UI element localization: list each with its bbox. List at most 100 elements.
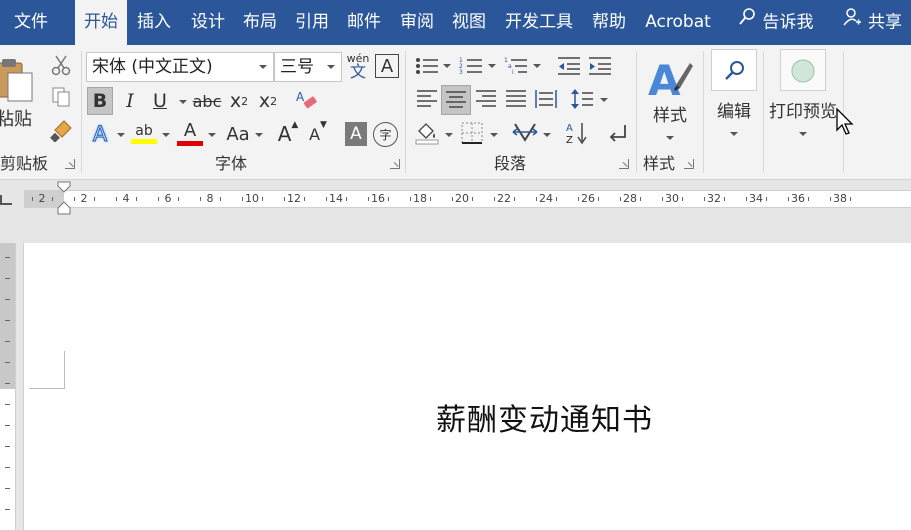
tab-selector[interactable] — [0, 195, 12, 205]
ruler-tick — [410, 197, 411, 201]
vertical-ruler[interactable] — [0, 243, 16, 530]
tab-file[interactable]: 文件 — [0, 0, 62, 45]
document-page[interactable]: 薪酬变动通知书 — [23, 243, 911, 530]
tab-references[interactable]: 引用 — [287, 0, 337, 45]
line-spacing-button[interactable] — [568, 85, 596, 113]
tab-layout[interactable]: 布局 — [236, 0, 284, 45]
align-right-button[interactable] — [472, 85, 500, 113]
justify-button[interactable] — [502, 85, 530, 113]
styles-dialog-launcher[interactable] — [684, 159, 694, 169]
distributed-button[interactable] — [532, 85, 560, 113]
ruler-number: 24 — [539, 192, 553, 205]
character-shading-button[interactable]: A — [345, 122, 367, 146]
phonetic-guide-button[interactable]: wén 文 — [344, 50, 372, 82]
horizontal-ruler[interactable]: 2 2 4 6 8 10 12 14 16 18 20 22 24 26 28 30 32 34 36 38 — [24, 190, 911, 208]
bullets-button[interactable] — [413, 53, 441, 79]
tab-mailings[interactable]: 邮件 — [339, 0, 389, 45]
change-case-button[interactable]: Aa — [220, 120, 256, 148]
ruler-number: 32 — [707, 192, 721, 205]
highlight-button[interactable]: ab — [128, 118, 160, 148]
increase-indent-button[interactable] — [586, 53, 614, 79]
cut-button[interactable] — [49, 53, 73, 77]
phonetic-bottom: 文 — [349, 61, 366, 81]
borders-dropdown-icon[interactable] — [490, 133, 498, 137]
decrease-indent-button[interactable] — [555, 53, 583, 79]
font-color-dropdown-icon[interactable] — [208, 133, 216, 137]
underline-button[interactable]: U — [147, 87, 173, 115]
borders-button[interactable] — [458, 119, 486, 147]
styles-gallery-button[interactable]: A 样式 — [642, 49, 698, 145]
bullets-dropdown-icon[interactable] — [443, 64, 451, 68]
format-painter-icon — [50, 120, 72, 142]
show-marks-button[interactable] — [604, 119, 632, 147]
ruler-number: 38 — [833, 192, 847, 205]
numbering-button[interactable]: 123 — [457, 53, 485, 79]
tab-review[interactable]: 审阅 — [392, 0, 442, 45]
chinese-layout-button[interactable] — [510, 119, 540, 147]
editing-button[interactable]: 编辑 — [708, 49, 760, 145]
subscript-button[interactable]: x2 — [226, 87, 252, 115]
tab-view[interactable]: 视图 — [444, 0, 494, 45]
font-name-combo[interactable]: 宋体 (中文正文) — [86, 52, 274, 82]
tab-design[interactable]: 设计 — [183, 0, 233, 45]
character-border-button[interactable]: A — [375, 54, 399, 78]
ruler-number: 2 — [38, 192, 46, 205]
indent-marker-icon[interactable] — [57, 181, 71, 215]
text-effects-button[interactable]: A — [87, 120, 113, 148]
tab-help[interactable]: 帮助 — [583, 0, 635, 45]
multilevel-list-button[interactable]: 1ai — [502, 53, 530, 79]
paragraph-dialog-launcher[interactable] — [619, 159, 629, 169]
italic-button[interactable]: I — [118, 87, 142, 115]
font-dialog-launcher[interactable] — [390, 159, 400, 169]
clear-formatting-button[interactable]: A — [293, 87, 321, 115]
ruler-number: 28 — [623, 192, 637, 205]
paste-button[interactable]: 粘贴 — [0, 49, 42, 137]
numbering-dropdown-icon[interactable] — [488, 64, 496, 68]
superscript-glyph: x — [258, 90, 271, 112]
highlight-dropdown-icon[interactable] — [162, 133, 170, 137]
superscript-button[interactable]: x2 — [255, 87, 281, 115]
enclose-characters-button[interactable]: 字 — [373, 122, 398, 147]
vertical-ruler-tick — [5, 467, 10, 468]
copy-button[interactable] — [49, 85, 73, 109]
tell-me-box[interactable]: 告诉我 — [730, 0, 820, 45]
circle-icon — [791, 59, 815, 83]
clipboard-dialog-launcher[interactable] — [65, 159, 75, 169]
underline-dropdown-icon[interactable] — [179, 100, 187, 104]
sort-button[interactable]: AZ — [563, 119, 591, 147]
format-painter-button[interactable] — [49, 117, 75, 143]
tab-acrobat[interactable]: Acrobat — [638, 0, 718, 45]
italic-glyph: I — [126, 90, 134, 112]
font-color-button[interactable]: A — [174, 118, 206, 148]
ruler-number: 36 — [791, 192, 805, 205]
share-button[interactable]: 共享 — [842, 0, 911, 45]
shading-button[interactable] — [413, 119, 441, 147]
shading-dropdown-icon[interactable] — [445, 133, 453, 137]
grow-font-button[interactable]: A ▲ — [274, 120, 302, 148]
align-center-button[interactable] — [441, 85, 471, 115]
print-preview-button[interactable]: 打印预览 — [766, 49, 840, 145]
ruler-tick — [598, 197, 599, 201]
tab-insert[interactable]: 插入 — [129, 0, 179, 45]
editing-label: 编辑 — [717, 102, 751, 122]
add-person-icon — [842, 0, 862, 45]
align-left-button[interactable] — [413, 85, 441, 113]
lightbulb-search-icon — [737, 0, 757, 45]
ruler-tick — [788, 197, 789, 201]
change-case-dropdown-icon[interactable] — [255, 133, 263, 137]
document-title-text[interactable]: 薪酬变动通知书 — [436, 395, 653, 439]
ruler-number: 18 — [413, 192, 427, 205]
line-spacing-dropdown-icon[interactable] — [600, 98, 608, 102]
tab-home[interactable]: 开始 — [75, 0, 127, 45]
strikethrough-button[interactable]: abc — [191, 87, 223, 115]
enclose-characters-glyph: 字 — [379, 128, 392, 142]
tab-developer[interactable]: 开发工具 — [497, 0, 581, 45]
chinese-layout-dropdown-icon[interactable] — [543, 133, 551, 137]
font-size-combo[interactable]: 三号 — [274, 52, 342, 82]
shrink-font-button[interactable]: A ▼ — [305, 120, 331, 148]
multilevel-dropdown-icon[interactable] — [533, 64, 541, 68]
bold-button[interactable]: B — [87, 87, 113, 115]
text-effects-dropdown-icon[interactable] — [117, 133, 125, 137]
vertical-ruler-tick — [5, 446, 10, 447]
eraser-icon: A — [296, 90, 317, 109]
